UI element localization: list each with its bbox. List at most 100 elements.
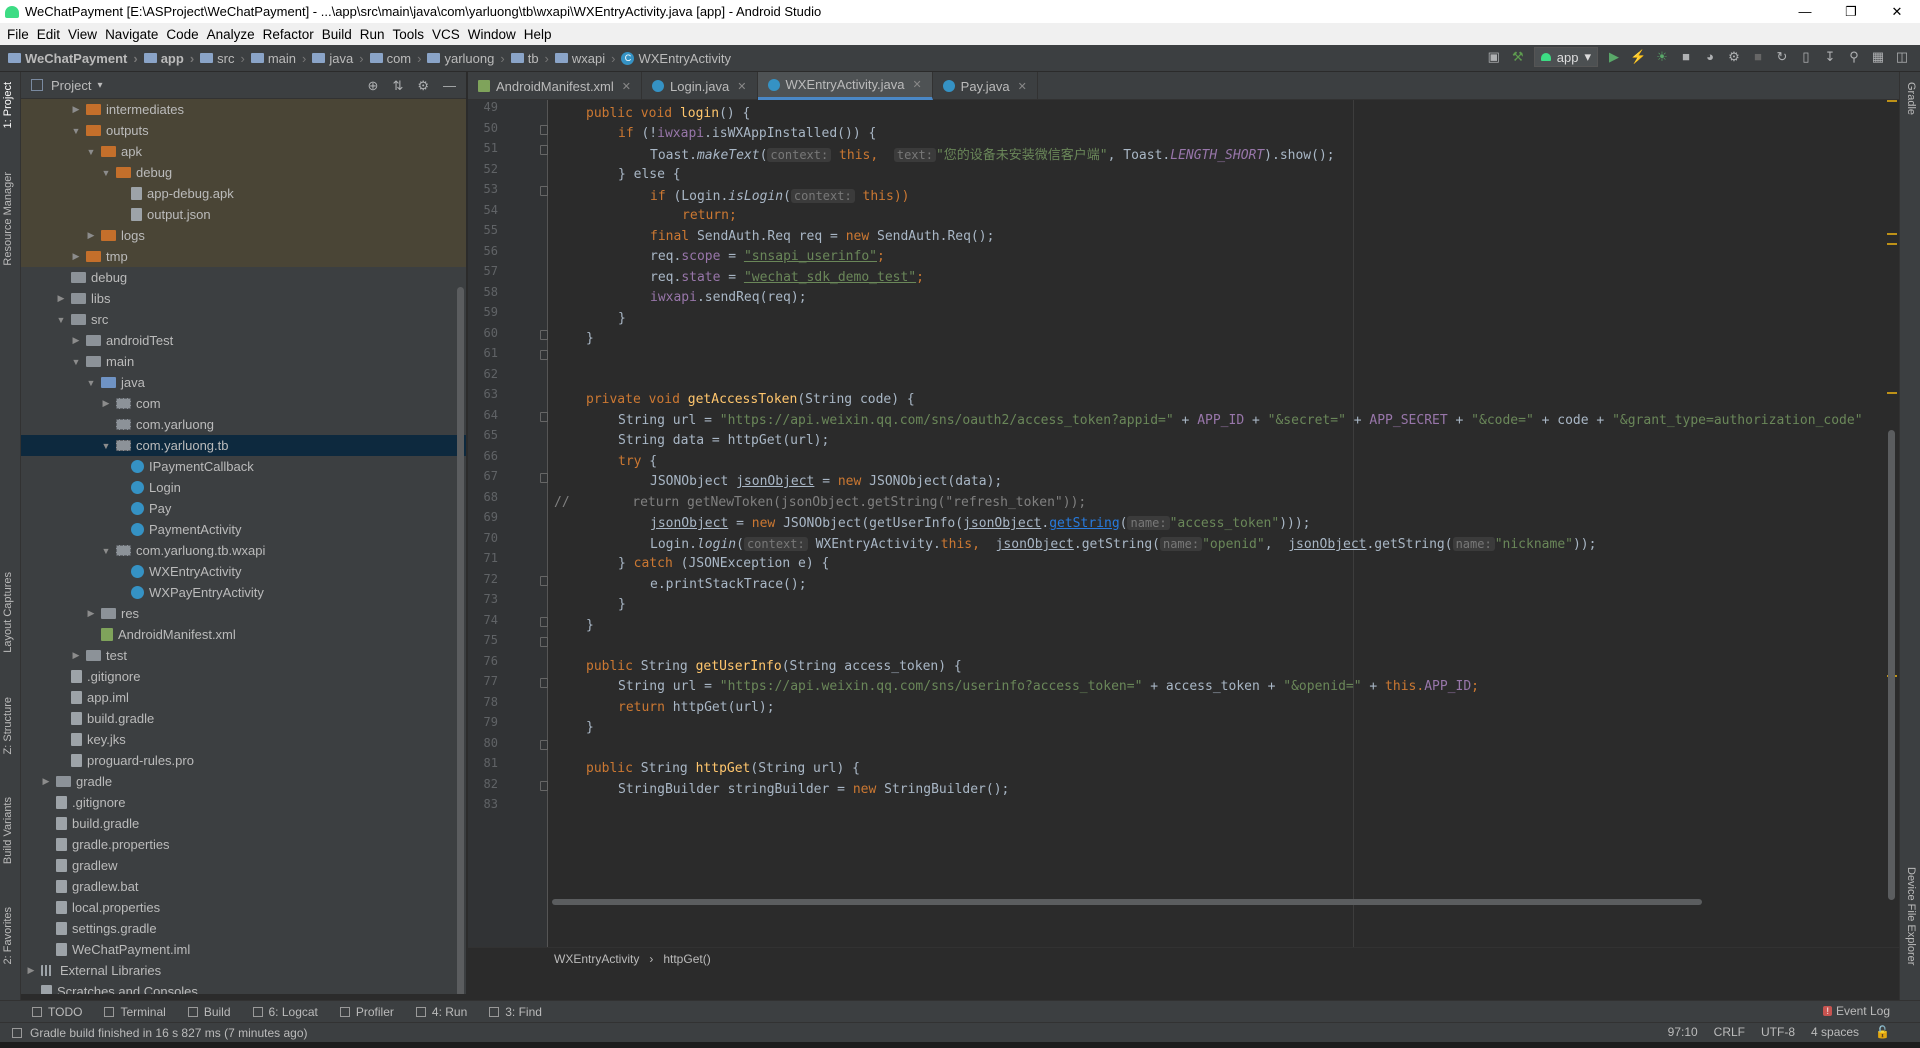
tab-androidmanifest[interactable]: AndroidManifest.xml ✕ — [468, 72, 642, 100]
menu-navigate[interactable]: Navigate — [104, 27, 165, 42]
tree-item[interactable]: ▼ src — [21, 309, 466, 330]
profile-icon[interactable]: ◕ — [1702, 49, 1718, 65]
menu-help[interactable]: Help — [523, 27, 559, 42]
expand-down-icon[interactable]: ▼ — [100, 441, 112, 451]
tree-item[interactable]: ▶ androidTest — [21, 330, 466, 351]
tree-item[interactable]: IPaymentCallback — [21, 456, 466, 477]
expand-down-icon[interactable]: ▼ — [85, 378, 97, 388]
editor-scrollbar[interactable] — [1888, 430, 1895, 900]
tree-item[interactable]: build.gradle — [21, 708, 466, 729]
tool-tab-device-file-explorer[interactable]: Device File Explorer — [1905, 867, 1917, 965]
tree-item[interactable]: ▶ External Libraries — [21, 960, 466, 981]
tree-item[interactable]: .gitignore — [21, 666, 466, 687]
restore-icon[interactable]: ❐ — [1828, 0, 1874, 23]
tree-item[interactable]: debug — [21, 267, 466, 288]
tree-item[interactable]: ▶ com — [21, 393, 466, 414]
avd-manager-icon[interactable]: ▯ — [1798, 49, 1814, 65]
menu-vcs[interactable]: VCS — [431, 27, 467, 42]
tree-item[interactable]: ▶ test — [21, 645, 466, 666]
expand-down-icon[interactable]: ▼ — [55, 315, 67, 325]
tree-item[interactable]: Scratches and Consoles — [21, 981, 466, 994]
menu-edit[interactable]: Edit — [36, 27, 67, 42]
code-editor[interactable]: 49 50 51 52 53 54 55 56 57 58 59 60 61 62 63 64 65 66 67 68… — [468, 100, 1899, 969]
tool-tab-gradle[interactable]: Gradle — [1905, 82, 1917, 115]
gear-icon[interactable]: ⚙ — [417, 78, 429, 94]
menu-code[interactable]: Code — [165, 27, 205, 42]
run-config-select[interactable]: app ▾ — [1533, 47, 1598, 67]
tree-item[interactable]: app-debug.apk — [21, 183, 466, 204]
expand-right-icon[interactable]: ▶ — [70, 251, 82, 262]
expand-right-icon[interactable]: ▶ — [70, 335, 82, 346]
crumb-src[interactable]: src › — [200, 51, 245, 66]
tree-item[interactable]: ▼ main — [21, 351, 466, 372]
expand-down-icon[interactable]: ▼ — [85, 147, 97, 157]
warning-marker[interactable] — [1887, 243, 1897, 245]
crumb-wxapi[interactable]: wxapi › — [554, 51, 615, 66]
coverage-icon[interactable]: ■ — [1678, 49, 1694, 65]
tree-item[interactable]: output.json — [21, 204, 466, 225]
fold-marker-icon[interactable] — [540, 145, 548, 155]
toggle-tool-windows-icon[interactable] — [12, 1027, 22, 1038]
warning-marker[interactable] — [1887, 392, 1897, 394]
tree-item[interactable]: ▶ gradle — [21, 771, 466, 792]
menu-view[interactable]: View — [67, 27, 104, 42]
fold-marker-icon[interactable] — [540, 637, 548, 647]
project-structure-icon[interactable]: ▦ — [1870, 49, 1886, 65]
stop-icon[interactable]: ■ — [1750, 49, 1766, 65]
expand-right-icon[interactable]: ▶ — [40, 776, 52, 787]
fold-marker-icon[interactable] — [540, 616, 548, 627]
tool-tab-structure[interactable]: Z: Structure — [2, 697, 14, 754]
menu-analyze[interactable]: Analyze — [206, 27, 262, 42]
expand-down-icon[interactable]: ▼ — [100, 168, 112, 178]
tree-item[interactable]: .gitignore — [21, 792, 466, 813]
crumb-java[interactable]: java › — [312, 51, 364, 66]
tree-item[interactable]: key.jks — [21, 729, 466, 750]
event-log-button[interactable]: ! Event Log — [1823, 1004, 1890, 1018]
tree-item[interactable]: gradlew — [21, 855, 466, 876]
expand-down-icon[interactable]: ▼ — [70, 357, 82, 367]
project-scrollbar[interactable] — [457, 287, 464, 994]
minimize-icon[interactable]: — — [1782, 0, 1828, 23]
fold-marker-icon[interactable] — [540, 575, 548, 586]
status-message[interactable]: Gradle build finished in 16 s 827 ms (7 … — [30, 1026, 307, 1040]
crumb-project[interactable]: WeChatPayment › — [8, 51, 138, 66]
close-icon[interactable]: ✕ — [737, 80, 746, 93]
tree-item[interactable]: com.yarluong — [21, 414, 466, 435]
line-separator[interactable]: CRLF — [1714, 1025, 1745, 1039]
tree-item[interactable]: ▼ com.yarluong.tb — [21, 435, 466, 456]
locate-icon[interactable]: ⊕ — [368, 78, 379, 94]
warning-marker[interactable] — [1887, 233, 1897, 235]
tree-item[interactable]: PaymentActivity — [21, 519, 466, 540]
tool-tab-build-variants[interactable]: Build Variants — [2, 797, 14, 864]
fold-marker-icon[interactable] — [540, 739, 548, 750]
tool-logcat[interactable]: 6: Logcat — [252, 1005, 318, 1019]
menu-file[interactable]: File — [6, 27, 36, 42]
crumb-main[interactable]: main › — [250, 51, 306, 66]
tree-item[interactable]: ▼ outputs — [21, 120, 466, 141]
tree-item[interactable]: proguard-rules.pro — [21, 750, 466, 771]
tree-item[interactable]: WeChatPayment.iml — [21, 939, 466, 960]
expand-down-icon[interactable]: ▼ — [70, 126, 82, 136]
run-icon[interactable]: ▶ — [1606, 49, 1622, 65]
expand-right-icon[interactable]: ▶ — [70, 104, 82, 115]
tree-item[interactable]: ▶ res — [21, 603, 466, 624]
expand-right-icon[interactable]: ▶ — [100, 398, 112, 409]
editor-crumb-class[interactable]: WXEntryActivity — [554, 952, 639, 966]
hide-icon[interactable]: — — [443, 78, 456, 94]
caret-position[interactable]: 97:10 — [1668, 1025, 1698, 1039]
apply-changes-icon[interactable]: ⚡ — [1630, 49, 1646, 65]
tree-item[interactable]: ▼ com.yarluong.tb.wxapi — [21, 540, 466, 561]
lock-icon[interactable]: 🔓 — [1875, 1025, 1890, 1039]
editor-crumb-method[interactable]: httpGet() — [663, 952, 710, 966]
menu-tools[interactable]: Tools — [392, 27, 432, 42]
sdk-manager-icon[interactable]: ↧ — [1822, 49, 1838, 65]
hammer-icon[interactable]: ⚒ — [1510, 49, 1526, 65]
tree-item[interactable]: gradlew.bat — [21, 876, 466, 897]
crumb-com[interactable]: com › — [369, 51, 421, 66]
file-encoding[interactable]: UTF-8 — [1761, 1025, 1795, 1039]
tree-item[interactable]: ▼ apk — [21, 141, 466, 162]
assistant-icon[interactable]: ◫ — [1894, 49, 1910, 65]
fold-marker-icon[interactable] — [540, 350, 548, 360]
crumb-module[interactable]: app › — [143, 51, 194, 66]
menu-refactor[interactable]: Refactor — [262, 27, 321, 42]
